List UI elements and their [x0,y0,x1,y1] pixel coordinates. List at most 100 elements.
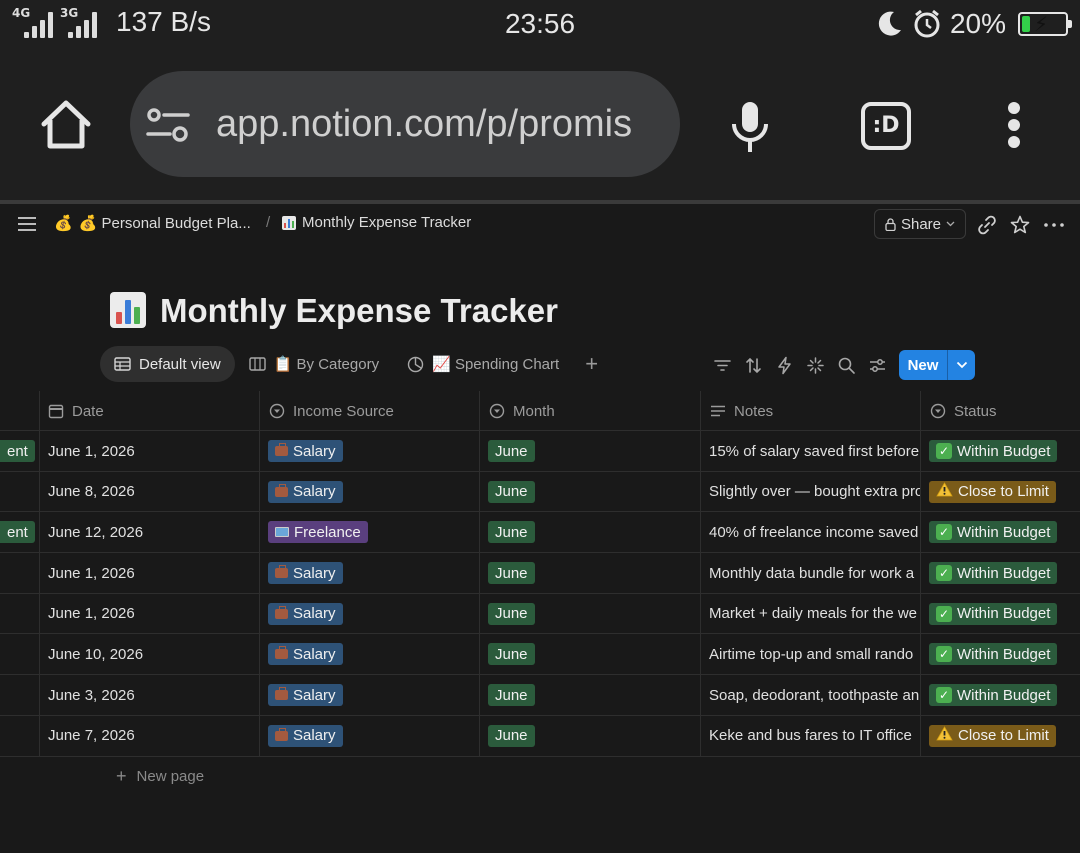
search-icon[interactable] [836,355,857,376]
cell-income-source[interactable]: Salary [259,472,479,512]
cell-notes[interactable]: Slightly over — bought extra pro [700,472,920,512]
ai-sparkle-icon[interactable] [805,355,826,376]
cell-income-source[interactable]: Salary [259,716,479,756]
cell-month[interactable]: June [479,553,700,593]
cell-month[interactable]: June [479,472,700,512]
table-row[interactable]: June 8, 2026 Salary June Slightly over — bo… [0,472,1080,513]
filter-icon[interactable] [712,355,733,376]
address-bar[interactable]: app.notion.com/p/promis [130,71,680,177]
network-type-3g: 3G [60,6,79,20]
status-tag: ✓ Within Budget [929,684,1058,707]
briefcase-icon [275,605,288,619]
cell-status[interactable]: Close to Limit [920,472,1080,512]
cell-month[interactable]: June [479,675,700,715]
tag-label: Salary [293,442,336,460]
cell-date[interactable]: June 8, 2026 [39,472,259,512]
star-icon[interactable] [1009,214,1031,236]
new-dropdown-chevron-icon[interactable] [948,361,975,369]
automation-bolt-icon[interactable] [774,355,795,376]
add-view-icon[interactable]: + [573,351,610,377]
column-header-income-source[interactable]: Income Source [259,391,394,431]
sort-icon[interactable] [743,355,764,376]
site-settings-icon[interactable] [146,107,190,143]
browser-menu-icon[interactable] [1000,102,1030,148]
table-row[interactable]: June 1, 2026 Salary June Market + daily mea… [0,594,1080,635]
cell-month[interactable]: June [479,634,700,674]
cell-date[interactable]: June 1, 2026 [39,431,259,471]
table-row[interactable]: June 3, 2026 Salary June Soap, deodorant, t… [0,675,1080,716]
briefcase-icon [275,646,288,660]
cell-date[interactable]: June 7, 2026 [39,716,259,756]
view-settings-icon[interactable] [867,355,888,376]
sidebar-menu-icon[interactable] [18,217,36,231]
table-row[interactable]: ent June 1, 2026 Salary June 15% of salary s… [0,431,1080,472]
cell-status[interactable]: ✓ Within Budget [920,634,1080,674]
cell-date[interactable]: June 10, 2026 [39,634,259,674]
cell-status[interactable]: ✓ Within Budget [920,594,1080,634]
header-label: Month [513,402,555,420]
cell-status[interactable]: Close to Limit [920,716,1080,756]
cell-income-source[interactable]: Salary [259,431,479,471]
column-header-date[interactable]: Date [38,391,104,431]
cell-date[interactable]: June 3, 2026 [39,675,259,715]
link-icon[interactable] [976,214,998,236]
table-row[interactable]: June 10, 2026 Salary June Airtime top-up an… [0,634,1080,676]
tab-by-category[interactable]: 📋 By Category [235,346,393,382]
cell-date[interactable]: June 12, 2026 [39,512,259,552]
more-options-icon[interactable] [1043,214,1065,236]
cell-status[interactable]: ✓ Within Budget [920,512,1080,552]
cell-income-source[interactable]: Salary [259,553,479,593]
url-text[interactable]: app.notion.com/p/promis [216,103,666,146]
tab-default-view[interactable]: Default view [100,346,235,382]
cell-income-source[interactable]: Salary [259,675,479,715]
cell-truncated-left[interactable]: ent [0,512,39,552]
cell-income-source[interactable]: Salary [259,594,479,634]
extension-button[interactable]: :D [861,102,911,150]
cell-notes[interactable]: Soap, deodorant, toothpaste an [700,675,920,715]
cell-month[interactable]: June [479,431,700,471]
tab-spending-chart[interactable]: 📈 Spending Chart [393,346,573,382]
cell-income-source[interactable]: Freelance [259,512,479,552]
column-header-notes[interactable]: Notes [700,391,773,431]
home-icon[interactable] [38,98,94,152]
new-record-button[interactable]: New [899,350,975,380]
cell-date[interactable]: June 1, 2026 [39,594,259,634]
cell-notes[interactable]: Market + daily meals for the we [700,594,920,634]
cell-notes[interactable]: 15% of salary saved first before [700,431,920,471]
breadcrumb-personal-budget[interactable]: 💰 💰 Personal Budget Pla... [54,214,251,232]
column-header-status[interactable]: Status [920,391,997,431]
table-row[interactable]: June 1, 2026 Salary June Monthly data bundl… [0,553,1080,594]
bar-chart-emoji-icon[interactable] [110,292,146,328]
cell-status[interactable]: ✓ Within Budget [920,675,1080,715]
cell-date[interactable]: June 1, 2026 [39,553,259,593]
check-icon: ✓ [936,646,952,663]
lock-icon [885,217,896,231]
cell-notes[interactable]: 40% of freelance income saved [700,512,920,552]
column-header-month[interactable]: Month [479,391,555,431]
table-row[interactable]: June 7, 2026 Salary June Keke and bus fares… [0,716,1080,757]
money-bag-icon: 💰 [54,215,73,232]
cell-status[interactable]: ✓ Within Budget [920,431,1080,471]
board-icon [249,357,266,371]
cell-truncated-left[interactable]: ent [0,431,39,471]
share-button[interactable]: Share [874,209,966,239]
microphone-icon[interactable] [728,100,772,154]
status-tag: ✓ Within Budget [929,440,1058,462]
page-title[interactable]: Monthly Expense Tracker [160,292,558,330]
cell-month[interactable]: June [479,716,700,756]
cell-notes[interactable]: Keke and bus fares to IT office [700,716,920,756]
signal-3g-icon: 3G [60,6,104,38]
cell-month[interactable]: June [479,594,700,634]
cell-income-source[interactable]: Salary [259,634,479,674]
cell-month[interactable]: June [479,512,700,552]
status-tag: ✓ Within Budget [929,643,1058,666]
cell-notes[interactable]: Monthly data bundle for work a [700,553,920,593]
new-page-button[interactable]: + New page [116,766,204,787]
cell-notes[interactable]: Airtime top-up and small rando [700,634,920,674]
briefcase-icon [275,443,288,456]
cell-status[interactable]: ✓ Within Budget [920,553,1080,593]
month-tag: June [488,480,535,503]
table-row[interactable]: ent June 12, 2026 Freelance June 40% of free… [0,512,1080,554]
tag-label: Within Budget [957,442,1051,460]
breadcrumb-monthly-expense[interactable]: Monthly Expense Tracker [282,214,471,231]
